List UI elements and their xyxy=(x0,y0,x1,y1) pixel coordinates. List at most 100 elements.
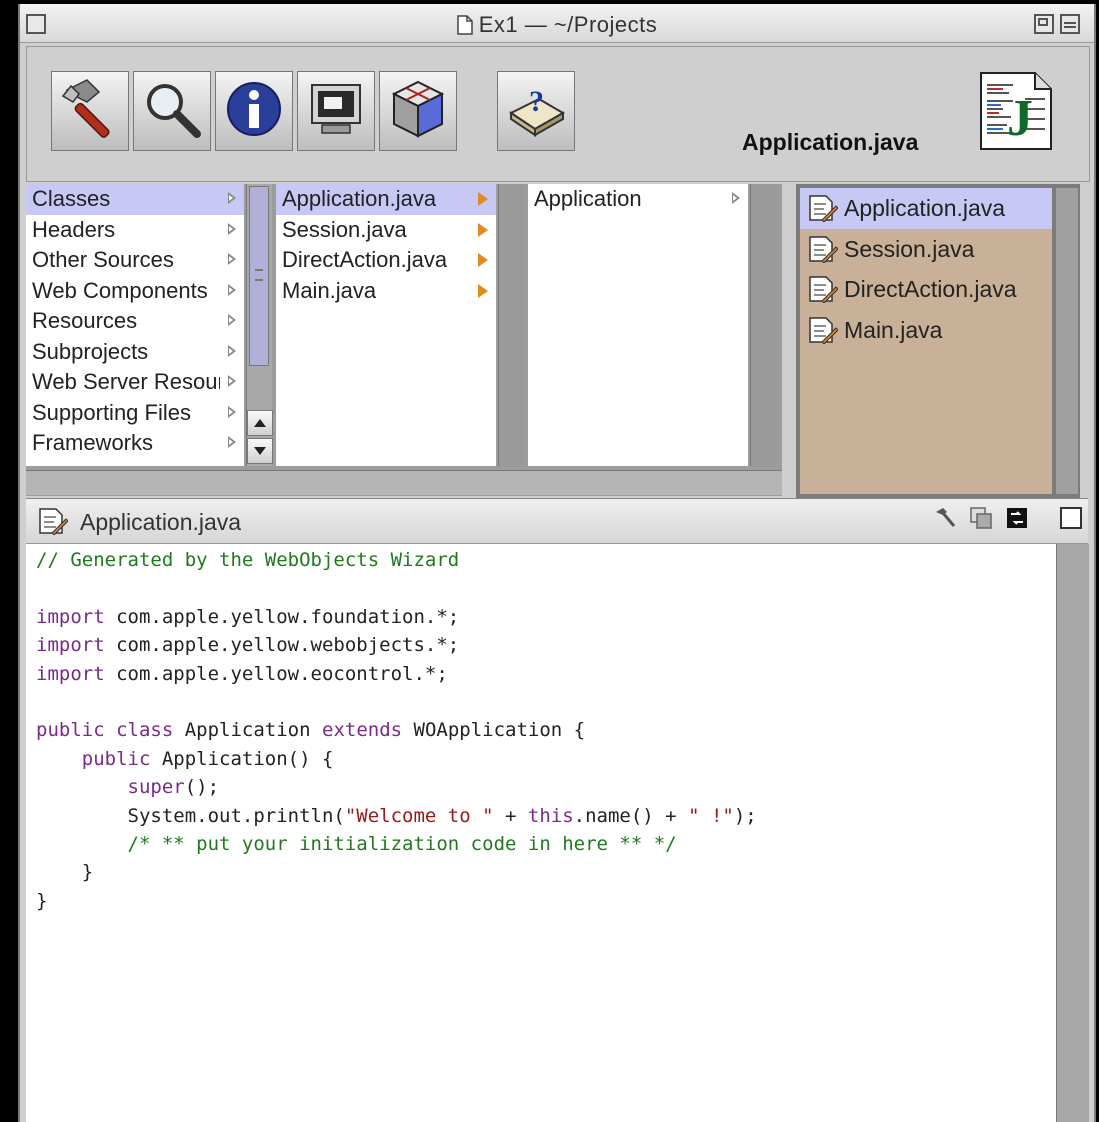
code-line[interactable]: } xyxy=(36,858,1056,886)
file-list-pane: Application.java Session.java DirectAction… xyxy=(796,184,1080,498)
code-line[interactable] xyxy=(36,574,1056,602)
collapse-box-icon[interactable] xyxy=(1060,14,1080,34)
browser-row[interactable]: DirectAction.java xyxy=(276,245,496,276)
browser-row[interactable]: Frameworks xyxy=(26,428,244,459)
code-token: .name() + xyxy=(573,804,689,827)
file-list-item[interactable]: Application.java xyxy=(800,188,1052,229)
launch-button[interactable] xyxy=(297,71,375,151)
file-list-scrollbar[interactable] xyxy=(1056,188,1078,494)
cube-icon xyxy=(388,78,448,145)
help-button[interactable]: ? xyxy=(497,71,575,151)
java-file-icon: J xyxy=(973,69,1057,153)
browser-row[interactable]: Supporting Files xyxy=(26,398,244,429)
zoom-box-icon[interactable] xyxy=(1034,14,1054,34)
file-list[interactable]: Application.java Session.java DirectAction… xyxy=(800,188,1052,494)
browser-row-label: DirectAction.java xyxy=(282,247,448,272)
browser-row-label: Web Components xyxy=(32,277,208,303)
browser-row-label: Main.java xyxy=(282,277,377,303)
webobjects-builder-button[interactable] xyxy=(379,71,457,151)
navigation-icon xyxy=(1005,506,1029,535)
disclosure-arrow-icon xyxy=(228,436,236,448)
browser-column-files[interactable]: Application.java Session.java DirectAction… xyxy=(276,184,496,466)
browser-row[interactable]: Other Sources xyxy=(26,245,244,276)
code-token: public xyxy=(81,747,151,770)
build-button[interactable] xyxy=(51,71,129,151)
code-token: // Generated by the WebObjects Wizard xyxy=(36,549,460,571)
editor-header: Application.java xyxy=(26,498,1088,544)
browser-row[interactable]: Web Components xyxy=(26,276,244,307)
code-line[interactable]: // Generated by the WebObjects Wizard xyxy=(36,546,1056,574)
code-token: System.out.println( xyxy=(36,804,345,827)
browser-row[interactable]: Headers xyxy=(26,215,244,246)
browser-row[interactable]: Subprojects xyxy=(26,337,244,368)
browser-row-label: Subprojects xyxy=(32,338,149,364)
hammer-icon xyxy=(57,76,123,147)
code-token: public class xyxy=(36,719,174,742)
hammer-small-icon xyxy=(933,506,957,535)
code-token: Application xyxy=(173,719,322,742)
build-small-button[interactable] xyxy=(930,505,960,535)
browser-row-label: Classes xyxy=(32,186,111,211)
inspector-button[interactable] xyxy=(215,71,293,151)
code-line[interactable]: } xyxy=(36,887,1056,915)
code-token: (); xyxy=(184,776,220,799)
current-file-label: Application.java xyxy=(742,129,919,155)
source-file-icon xyxy=(38,507,69,540)
browser-row[interactable]: Main.java xyxy=(276,276,496,307)
window-title: Ex1 — ~/Projects xyxy=(20,12,1094,41)
code-token: this xyxy=(527,804,574,827)
disclosure-arrow-icon xyxy=(478,192,488,206)
document-icon xyxy=(456,15,473,41)
browser-row-label: Application xyxy=(534,186,642,211)
browser-row[interactable]: Web Server Resources xyxy=(26,367,244,398)
code-line[interactable]: super(); xyxy=(36,773,1056,801)
find-button[interactable] xyxy=(133,71,211,151)
file-list-item-label: Session.java xyxy=(844,235,975,262)
code-line[interactable]: System.out.println("Welcome to " + this.… xyxy=(36,802,1056,830)
file-list-item[interactable]: Main.java xyxy=(800,310,1052,351)
browser-row[interactable]: Application xyxy=(528,184,748,215)
title-bar[interactable]: Ex1 — ~/Projects xyxy=(20,4,1094,43)
disclosure-arrow-icon xyxy=(228,314,236,326)
file-list-item[interactable]: DirectAction.java xyxy=(800,269,1052,310)
code-line[interactable]: public class Application extends WOAppli… xyxy=(36,716,1056,744)
code-token: WOApplication { xyxy=(402,719,586,742)
scroll-up-arrow-icon[interactable] xyxy=(247,410,273,436)
split-view-button[interactable] xyxy=(966,505,996,535)
disclosure-arrow-icon xyxy=(478,253,488,267)
browser-column-scrollbar[interactable] xyxy=(498,184,524,466)
disclosure-arrow-icon xyxy=(478,222,488,237)
info-icon xyxy=(224,79,284,144)
scroll-down-arrow-icon[interactable] xyxy=(247,438,273,464)
code-token: com.apple.yellow.foundation.*; xyxy=(104,605,460,628)
code-line[interactable] xyxy=(36,688,1056,716)
code-token: " !" xyxy=(688,804,734,827)
disclosure-arrow-icon xyxy=(228,344,236,357)
browser-row[interactable]: Classes xyxy=(26,184,244,215)
project-browser: Classes Headers Other Sources Web Component… xyxy=(26,184,782,496)
browser-column-categories[interactable]: Classes Headers Other Sources Web Component… xyxy=(26,184,244,466)
code-line[interactable]: import com.apple.yellow.foundation.*; xyxy=(36,603,1056,631)
scroll-thumb[interactable] xyxy=(249,186,269,366)
navigation-button[interactable] xyxy=(1002,505,1032,535)
code-line[interactable]: /* ** put your initialization code in he… xyxy=(36,830,1056,858)
browser-column-scrollbar[interactable] xyxy=(246,184,273,466)
code-line[interactable]: public Application() { xyxy=(36,745,1056,773)
code-line[interactable]: import com.apple.yellow.eocontrol.*; xyxy=(36,660,1056,688)
browser-row[interactable]: Session.java xyxy=(276,215,496,246)
maximize-editor-button[interactable] xyxy=(1056,505,1086,535)
file-list-item[interactable]: Session.java xyxy=(800,229,1052,270)
code-line[interactable]: import com.apple.yellow.webobjects.*; xyxy=(36,631,1056,659)
browser-column-members[interactable]: Application xyxy=(528,184,748,466)
browser-row[interactable]: Resources xyxy=(26,306,244,337)
code-text[interactable]: // Generated by the WebObjects Wizard imp… xyxy=(26,544,1056,915)
code-token: import xyxy=(36,662,105,685)
browser-horizontal-scrollbar[interactable] xyxy=(26,470,782,495)
browser-row-label: Resources xyxy=(32,308,138,333)
browser-row[interactable]: Application.java xyxy=(276,184,496,215)
code-editor[interactable]: // Generated by the WebObjects Wizard imp… xyxy=(26,544,1056,1122)
editor-scrollbar[interactable] xyxy=(1056,544,1089,1122)
browser-column-scrollbar[interactable] xyxy=(750,184,776,466)
project-window: Ex1 — ~/Projects ? Application.java J Cl… xyxy=(18,4,1096,1122)
